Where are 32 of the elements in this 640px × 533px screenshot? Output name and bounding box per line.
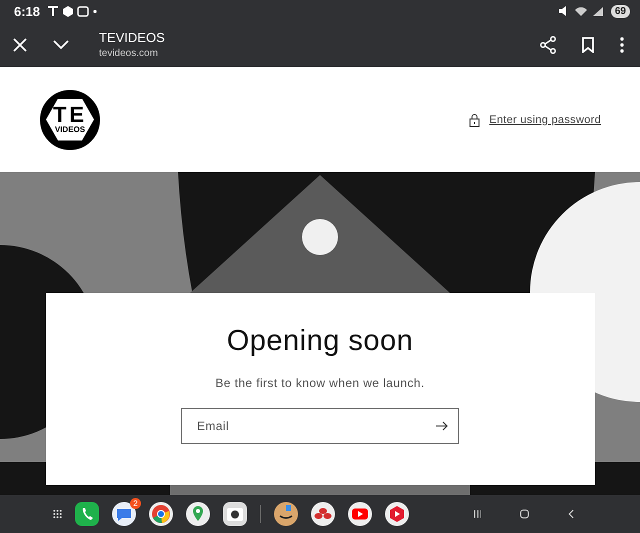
chrome-app-icon[interactable] <box>149 502 173 526</box>
signal-icons <box>556 5 605 17</box>
apps-grid-icon[interactable] <box>53 507 62 521</box>
page-url: tevideos.com <box>99 48 159 59</box>
lock-icon <box>469 112 480 126</box>
site-logo[interactable]: TE VIDEOS <box>40 90 100 150</box>
phone-app-icon[interactable] <box>75 502 99 526</box>
notification-badge: 2 <box>130 498 141 509</box>
bank-app-icon[interactable] <box>310 502 335 526</box>
maps-app-icon[interactable] <box>186 502 210 526</box>
ytmusic-app-icon[interactable] <box>384 502 409 526</box>
page-title: TEVIDEOS <box>99 30 165 45</box>
more-icon[interactable] <box>620 36 624 52</box>
amazon-app-icon[interactable] <box>274 502 298 526</box>
close-icon[interactable] <box>13 38 27 52</box>
status-icons <box>46 5 98 17</box>
arrow-right-icon[interactable] <box>436 421 448 431</box>
camera-app-icon[interactable] <box>223 502 247 526</box>
recents-icon[interactable] <box>474 507 482 521</box>
card-subtitle: Be the first to know when we launch. <box>215 376 425 390</box>
home-icon[interactable] <box>520 507 530 521</box>
chevron-down-icon[interactable] <box>53 40 69 50</box>
share-icon[interactable] <box>540 36 556 54</box>
back-icon[interactable] <box>568 507 574 521</box>
status-time: 6:18 <box>14 4 40 18</box>
password-link[interactable]: Enter using password <box>489 114 601 126</box>
card-heading: Opening soon <box>226 325 414 358</box>
email-field[interactable]: Email <box>181 408 459 444</box>
youtube-app-icon[interactable] <box>348 502 372 526</box>
bookmark-icon[interactable] <box>582 36 594 52</box>
battery-level: 69 <box>610 4 630 18</box>
messages-app-icon[interactable] <box>112 502 136 526</box>
